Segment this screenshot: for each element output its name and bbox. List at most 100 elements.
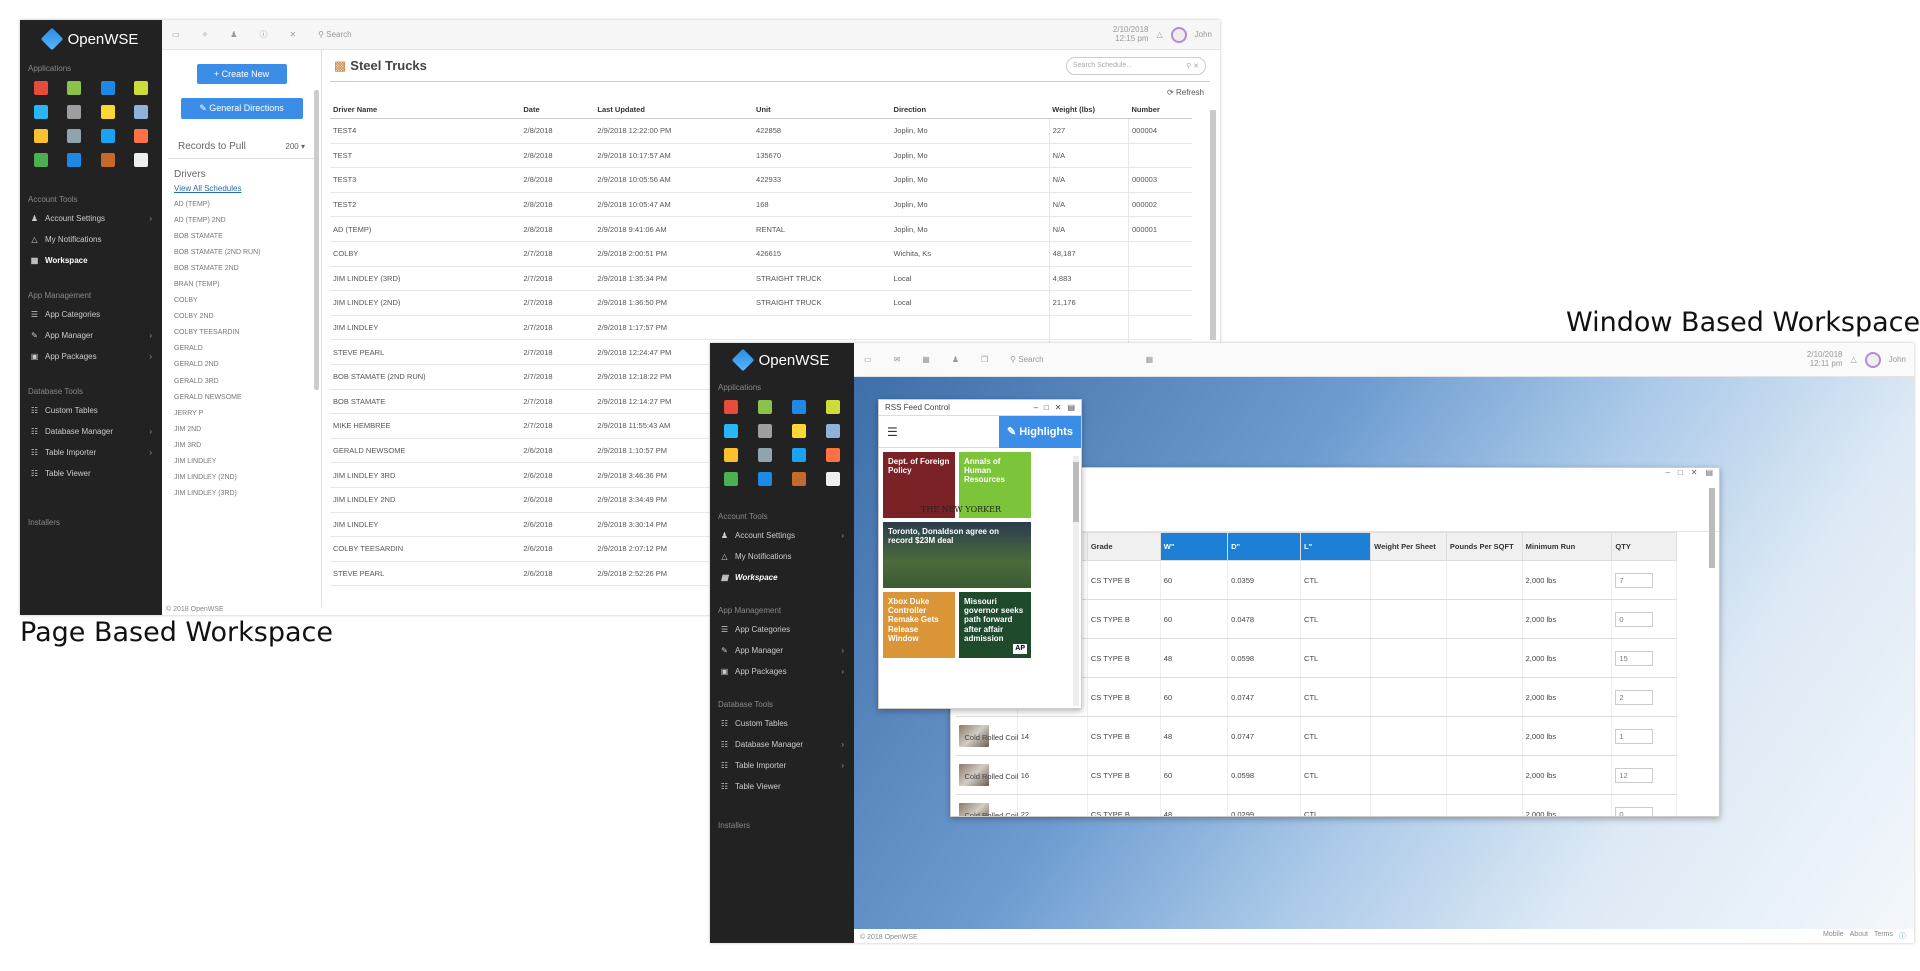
driver-item[interactable]: JIM LINDLEY (2ND) (162, 470, 321, 486)
close-icon[interactable]: ✕ (1055, 403, 1062, 412)
pin-icon[interactable]: ✧ (202, 30, 209, 39)
close-icon[interactable]: ✕ (1691, 468, 1698, 482)
column-header[interactable]: Unit (753, 101, 891, 119)
panel-icon[interactable]: ▭ (864, 355, 872, 364)
nav-workspace[interactable]: ▦ Workspace (20, 250, 162, 271)
windows-icon[interactable]: ❐ (981, 355, 988, 364)
driver-item[interactable]: JERRY P (162, 406, 321, 422)
app-icon[interactable] (100, 81, 115, 95)
footer-link-terms[interactable]: Terms (1874, 931, 1893, 941)
username[interactable]: John (1889, 355, 1906, 364)
apps-icon[interactable]: ▦ (922, 355, 930, 364)
nav-account-settings[interactable]: ♟ Account Settings › (20, 208, 162, 229)
qty-input[interactable] (1615, 611, 1654, 627)
nav-table-importer[interactable]: ☷ Table Importer › (710, 755, 854, 776)
table-row[interactable]: TEST4 2/8/2018 2/9/2018 12:22:00 PM 422858 J… (330, 118, 1192, 144)
app-icon[interactable] (758, 424, 772, 438)
driver-item[interactable]: JIM 2ND (162, 422, 321, 438)
driver-item[interactable]: COLBY (162, 293, 321, 309)
app-icon[interactable] (792, 400, 806, 414)
brand[interactable]: OpenWSE (20, 20, 162, 58)
qty-input[interactable] (1615, 728, 1654, 744)
app-icon[interactable] (100, 105, 115, 119)
nav-app-categories[interactable]: ☰ App Categories (20, 304, 162, 325)
app-icon[interactable] (826, 424, 840, 438)
driver-item[interactable]: GERALD 3RD (162, 374, 321, 390)
maximize-icon[interactable]: □ (1678, 468, 1683, 482)
scrollbar[interactable] (314, 90, 319, 390)
nav-table-importer[interactable]: ☷ Table Importer › (20, 442, 162, 463)
table-row[interactable]: COLBY 2/7/2018 2/9/2018 2:00:51 PM 426615 Wi… (330, 241, 1192, 267)
table-row[interactable]: JIM LINDLEY (3RD) 2/7/2018 2/9/2018 1:35:3… (330, 266, 1192, 292)
qty-input[interactable] (1615, 689, 1654, 705)
table-row[interactable]: AD (TEMP) 2/8/2018 2/9/2018 9:41:06 AM RENT… (330, 216, 1192, 242)
app-icon[interactable] (724, 448, 738, 462)
refresh-button[interactable]: ⟳ Refresh (330, 82, 1210, 101)
menu-icon[interactable]: ▤ (1705, 468, 1713, 482)
driver-item[interactable]: AD (TEMP) (162, 197, 321, 213)
driver-item[interactable]: JIM LINDLEY (162, 454, 321, 470)
driver-item[interactable]: GERALD 2ND (162, 357, 321, 373)
app-icon[interactable] (792, 448, 806, 462)
table-row[interactable]: JIM LINDLEY 2/7/2018 2/9/2018 1:17:57 PM (330, 315, 1192, 341)
scrollbar[interactable] (1210, 110, 1216, 340)
app-icon[interactable] (724, 424, 738, 438)
app-icon[interactable] (792, 472, 806, 486)
column-header[interactable]: Number (1128, 101, 1192, 119)
username[interactable]: John (1195, 30, 1212, 39)
nav-app-categories[interactable]: ☰ App Categories (710, 619, 854, 640)
app-icon[interactable] (67, 105, 82, 119)
column-header[interactable]: Date (520, 101, 595, 119)
table-row[interactable]: Cold Rolled Coil 16 CS TYPE B 60 0.0598 CTL 2,… (955, 755, 1677, 795)
app-icon[interactable] (724, 472, 738, 486)
driver-item[interactable]: GERALD (162, 341, 321, 357)
top-search[interactable]: ⚲ Search (318, 30, 351, 39)
app-icon[interactable] (33, 153, 48, 167)
nav-my-notifications[interactable]: △ My Notifications (710, 546, 854, 567)
column-header[interactable]: Grade (1086, 532, 1161, 561)
avatar[interactable] (1170, 26, 1187, 43)
minimize-icon[interactable]: – (1665, 468, 1669, 482)
table-row[interactable]: JIM LINDLEY (2ND) 2/7/2018 2/9/2018 1:36:5… (330, 290, 1192, 316)
workspace-switch-icon[interactable]: ▦ (1146, 355, 1154, 364)
column-header[interactable]: Minimum Run (1521, 532, 1613, 561)
driver-item[interactable]: JIM LINDLEY (3RD) (162, 486, 321, 502)
app-icon[interactable] (67, 81, 82, 95)
footer-link-mobile[interactable]: Mobile (1823, 931, 1844, 941)
close-icon[interactable]: ✕ (289, 30, 296, 39)
bell-icon[interactable]: △ (1156, 30, 1162, 39)
app-icon[interactable] (134, 105, 149, 119)
column-header[interactable]: QTY (1611, 532, 1677, 561)
app-icon[interactable] (100, 129, 115, 143)
app-icon[interactable] (33, 105, 48, 119)
column-header[interactable]: D" (1227, 532, 1302, 561)
users-icon[interactable]: ♟ (952, 355, 959, 364)
app-icon[interactable] (33, 129, 48, 143)
schedule-search-input[interactable]: Search Schedule... ⚲ ✕ (1066, 56, 1206, 75)
table-row[interactable]: Cold Rolled Coil 22 CS TYPE B 48 0.0299 CTL 2,… (955, 794, 1677, 816)
rss-tile[interactable]: Xbox Duke Controller Remake Gets Release… (883, 592, 955, 658)
nav-database-manager[interactable]: ☷ Database Manager › (20, 421, 162, 442)
nav-database-manager[interactable]: ☷ Database Manager › (710, 734, 854, 755)
records-select[interactable]: 200 ▾ (285, 142, 305, 151)
qty-input[interactable] (1615, 572, 1654, 588)
driver-item[interactable]: COLBY 2ND (162, 309, 321, 325)
bell-icon[interactable]: △ (1850, 355, 1856, 364)
app-icon[interactable] (100, 153, 115, 167)
app-icon[interactable] (758, 400, 772, 414)
highlights-tab[interactable]: ✎ Highlights (998, 415, 1081, 448)
qty-input[interactable] (1615, 806, 1654, 816)
nav-app-packages[interactable]: ▣ App Packages › (20, 346, 162, 367)
driver-item[interactable]: BOB STAMATE (2ND RUN) (162, 245, 321, 261)
app-icon[interactable] (67, 153, 82, 167)
app-icon[interactable] (33, 81, 48, 95)
driver-item[interactable]: COLBY TEESARDIN (162, 325, 321, 341)
create-new-button[interactable]: + Create New (196, 64, 287, 84)
column-header[interactable]: W" (1159, 532, 1229, 561)
menu-icon[interactable]: ▤ (1067, 403, 1075, 412)
rss-tile[interactable]: Missouri governor seeks path forward aft… (959, 592, 1031, 658)
users-icon[interactable]: ♟ (230, 30, 237, 39)
top-search[interactable]: ⚲ Search (1010, 355, 1043, 364)
driver-item[interactable]: BRAN (TEMP) (162, 277, 321, 293)
info-icon[interactable]: ⓘ (259, 29, 267, 40)
